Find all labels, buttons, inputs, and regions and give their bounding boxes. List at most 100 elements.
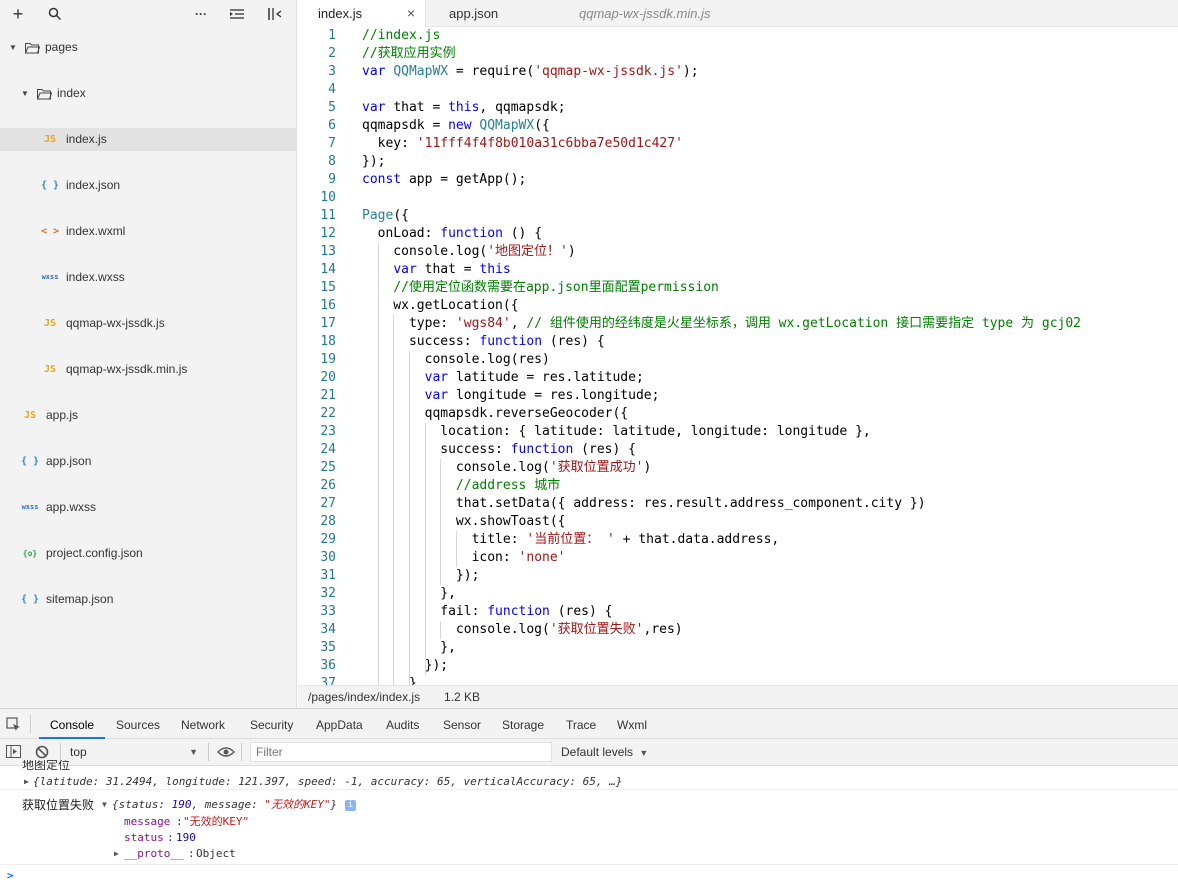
explorer-toolbar: + ···: [0, 0, 296, 28]
code-line: 18 success: function (res) {: [298, 333, 1178, 351]
code-token: this: [479, 262, 511, 277]
devtools-tab-security[interactable]: Security: [250, 709, 293, 739]
code-line: 1 //index.js: [298, 27, 1178, 45]
devtools-tab-appdata[interactable]: AppData: [316, 709, 363, 739]
line-number: 30: [320, 550, 336, 565]
code-area[interactable]: 1 //index.js 2 //获取应用实例 3 var QQMapWX = requi…: [298, 27, 1178, 685]
line-number: 23: [320, 424, 336, 439]
tree-item-index-js[interactable]: JS index.js: [0, 128, 296, 151]
toggle-layout-icon[interactable]: [264, 4, 286, 24]
code-text: console.log('获取位置成功'): [362, 459, 651, 477]
tree-item-index-wxml[interactable]: < > index.wxml: [0, 220, 296, 243]
code-token: console.log(: [362, 244, 488, 259]
tree-item-app-wxss[interactable]: wxss app.wxss: [0, 496, 296, 519]
code-token: var: [362, 100, 394, 115]
close-icon[interactable]: ×: [407, 0, 415, 27]
collapse-all-icon[interactable]: [226, 4, 248, 24]
console-filter-input[interactable]: [250, 742, 552, 762]
prop-row[interactable]: ▶ __proto__: Object: [0, 846, 1178, 862]
expand-triangle-icon[interactable]: ▶: [24, 772, 29, 792]
devtools-tab-sources[interactable]: Sources: [116, 709, 160, 739]
code-token: latitude = res.latitude;: [455, 370, 644, 385]
prop-value: "无效的KEY": [183, 815, 250, 828]
code-token: that =: [393, 100, 449, 115]
code-token: onLoad:: [362, 226, 441, 241]
tree-item-pages[interactable]: ▼ pages: [0, 36, 296, 59]
devtools-tab-console[interactable]: Console: [39, 709, 106, 739]
tree-item-project-config-json[interactable]: {o} project.config.json: [0, 542, 296, 565]
context-select[interactable]: top ▼: [64, 742, 204, 762]
code-token: ): [567, 244, 576, 259]
devtools-tab-audits[interactable]: Audits: [386, 709, 419, 739]
log-levels-dropdown[interactable]: Default levels ▼: [561, 742, 648, 762]
code-token: function: [440, 226, 511, 241]
tree-item-index[interactable]: ▼ index: [0, 82, 296, 105]
line-number: 3: [328, 64, 336, 79]
code-line: 8});: [298, 153, 1178, 171]
code-token: that.setData({ address: res.result.addre…: [362, 496, 926, 511]
line-number: 18: [320, 334, 336, 349]
divider: [0, 864, 1178, 865]
prop-sep: :: [167, 831, 174, 844]
console-log-location[interactable]: ▶ {latitude: 31.2494, longitude: 121.397…: [0, 772, 1178, 790]
code-text: console.log('获取位置失败',res): [362, 621, 683, 639]
code-line: 19 console.log(res): [298, 351, 1178, 369]
chevron-down-icon[interactable]: ▼: [8, 36, 18, 59]
collapse-triangle-icon[interactable]: ▼: [102, 796, 107, 814]
line-number: 29: [320, 532, 336, 547]
tree-item-sitemap-json[interactable]: { } sitemap.json: [0, 588, 296, 611]
console-prompt[interactable]: >: [0, 867, 1178, 885]
code-token: '获取位置成功': [549, 460, 644, 475]
inspect-element-icon[interactable]: [6, 717, 21, 735]
js-file-icon: JS: [23, 410, 37, 421]
code-line: 29 title: '当前位置： ' + that.data.address,: [298, 531, 1178, 549]
code-token: this: [448, 100, 480, 115]
line-number: 36: [320, 658, 336, 673]
code-token: });: [362, 658, 449, 673]
code-line: 22 qqmapsdk.reverseGeocoder({: [298, 405, 1178, 423]
devtools-tab-storage[interactable]: Storage: [502, 709, 544, 739]
expand-triangle-icon[interactable]: ▶: [114, 846, 119, 862]
divider: [60, 743, 61, 761]
search-icon[interactable]: [44, 4, 66, 24]
json-file-icon: { }: [20, 594, 40, 605]
tab-app-json[interactable]: app.json: [429, 0, 557, 27]
code-token: Page: [362, 208, 394, 223]
devtools-tab-sensor[interactable]: Sensor: [443, 709, 481, 739]
devtools-tab-trace[interactable]: Trace: [566, 709, 596, 739]
code-token: + that.data.address,: [614, 532, 780, 547]
indent-guide: [408, 351, 410, 685]
tree-item-qqmap-wx-jssdk-min-js[interactable]: JS qqmap-wx-jssdk.min.js: [0, 358, 296, 381]
info-icon[interactable]: i: [345, 800, 356, 811]
code-line: 5 var that = this, qqmapsdk;: [298, 99, 1178, 117]
file-size: 1.2 KB: [444, 690, 481, 704]
code-token: , qqmapsdk;: [479, 100, 566, 115]
tree-item-qqmap-wx-jssdk-js[interactable]: JS qqmap-wx-jssdk.js: [0, 312, 296, 335]
live-expression-eye-icon[interactable]: [217, 746, 235, 761]
sidebar-toggle-icon[interactable]: [6, 745, 21, 761]
console-log-fail[interactable]: 获取位置失败 ▼ {status: 190, message: "无效的KEY"…: [0, 796, 1178, 814]
line-number: 4: [328, 82, 336, 97]
code-line: 21 var longitude = res.longitude;: [298, 387, 1178, 405]
code-text: console.log(res): [362, 351, 550, 369]
tree-item-index-json[interactable]: { } index.json: [0, 174, 296, 197]
indent-guide: [440, 621, 442, 639]
chevron-down-icon[interactable]: ▼: [20, 82, 30, 105]
code-line: 15 //使用定位函数需要在app.json里面配置permission: [298, 279, 1178, 297]
line-number: 12: [320, 226, 336, 241]
code-token: QQMapWX: [393, 64, 449, 79]
tab-index-js[interactable]: index.js ×: [298, 0, 426, 27]
devtools-tab-network[interactable]: Network: [181, 709, 225, 739]
code-line: 7 key: '11fff4f4f8b010a31c6bba7e50d1c427…: [298, 135, 1178, 153]
indent-guide: [455, 531, 457, 567]
more-options-icon[interactable]: ···: [190, 4, 212, 24]
line-number: 9: [328, 172, 336, 187]
tree-item-index-wxss[interactable]: wxss index.wxss: [0, 266, 296, 289]
code-token: (res) {: [557, 604, 613, 619]
tree-item-app-json[interactable]: { } app.json: [0, 450, 296, 473]
devtools-tab-wxml[interactable]: Wxml: [617, 709, 647, 739]
tree-item-app-js[interactable]: JS app.js: [0, 404, 296, 427]
tab-qqmap-min-js[interactable]: qqmap-wx-jssdk.min.js: [559, 0, 739, 27]
line-number: 34: [320, 622, 336, 637]
add-file-icon[interactable]: +: [7, 4, 29, 24]
